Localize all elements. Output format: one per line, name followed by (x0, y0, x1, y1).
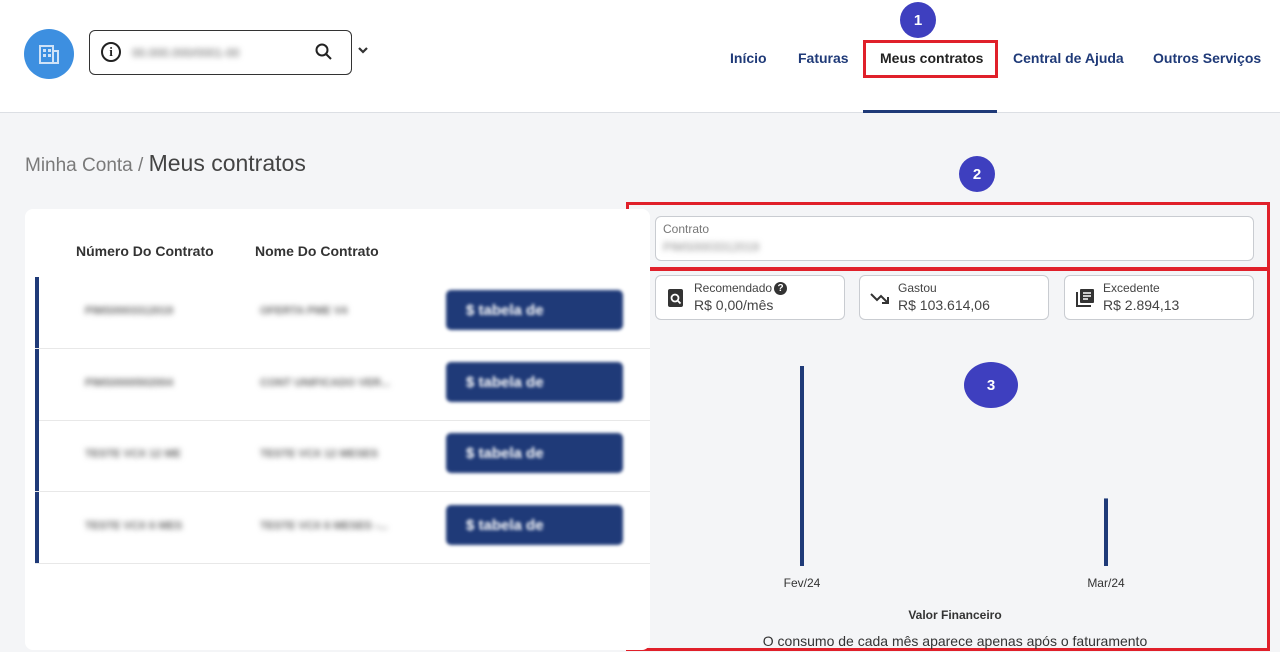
chart-x-axis-label: Valor Financeiro (908, 608, 1002, 622)
metric-value: R$ 103.614,06 (898, 297, 990, 313)
metric-value: R$ 2.894,13 (1103, 297, 1180, 313)
row-accent-bar (35, 420, 39, 491)
price-table-button[interactable]: $ tabela de (446, 362, 623, 402)
contract-name: TESTE VCX 12 MESES (260, 448, 378, 460)
search-document-icon (668, 289, 683, 307)
x-tick-label: Fev/24 (784, 576, 821, 590)
metric-excedente: Excedente R$ 2.894,13 (1064, 275, 1254, 320)
contract-select[interactable]: Contrato PIMS0003312019 (655, 216, 1254, 261)
metric-label: Gastou (898, 281, 937, 295)
nav-faturas[interactable]: Faturas (798, 50, 849, 66)
price-table-button[interactable]: $ tabela de (446, 290, 623, 330)
metric-recomendado: Recomendado? R$ 0,00/mês (655, 275, 845, 320)
contract-select-value: PIMS0003312019 (663, 240, 760, 254)
metric-value: R$ 0,00/mês (694, 297, 774, 313)
nav-outros-servicos[interactable]: Outros Serviços (1153, 50, 1261, 66)
account-search-value: 00.000.000/0001-00 (132, 46, 240, 60)
consumption-chart-svg: Fev/24 Mar/24 (784, 366, 1125, 590)
contract-name: TESTE VCX 6 MESES -... (260, 520, 388, 532)
table-row[interactable]: TESTE VCX 6 MES TESTE VCX 6 MESES -... $… (35, 492, 650, 564)
account-search-input[interactable]: i 00.000.000/0001-00 (89, 30, 352, 75)
metric-gastou: Gastou R$ 103.614,06 (859, 275, 1049, 320)
contract-number: PIMS0000502004 (85, 377, 174, 389)
contract-name: CONT UNIFICADO VER... (260, 377, 391, 389)
help-icon[interactable]: ? (774, 282, 788, 295)
company-logo[interactable] (24, 29, 74, 79)
contract-number: TESTE VCX 12 ME (85, 448, 181, 460)
library-books-icon (1076, 289, 1094, 307)
x-tick-label: Mar/24 (1087, 576, 1125, 590)
top-header: i 00.000.000/0001-00 Início Faturas Meus… (0, 0, 1280, 113)
row-accent-bar (35, 277, 39, 348)
building-icon (39, 45, 59, 64)
annotation-badge-1: 1 (900, 2, 936, 38)
breadcrumb: Minha Conta / Meus contratos (25, 150, 306, 177)
contract-number: PIMS0003312019 (85, 305, 174, 317)
chart-bar[interactable] (800, 366, 804, 566)
metric-label: Recomendado (694, 281, 773, 295)
chevron-down-icon[interactable] (357, 44, 369, 56)
row-accent-bar (35, 349, 39, 420)
search-icon[interactable] (314, 42, 334, 62)
table-row[interactable]: TESTE VCX 12 ME TESTE VCX 12 MESES $ tab… (35, 420, 650, 492)
row-accent-bar (35, 492, 39, 563)
nav-inicio[interactable]: Início (730, 50, 767, 66)
highlight-box-1 (863, 40, 998, 78)
active-nav-indicator (863, 110, 997, 113)
nav-central-de-ajuda[interactable]: Central de Ajuda (1013, 50, 1124, 66)
column-header-name: Nome Do Contrato (255, 243, 379, 259)
trending-down-icon (870, 293, 889, 304)
table-row[interactable]: PIMS0000502004 CONT UNIFICADO VER... $ t… (35, 349, 650, 421)
contract-name: OFERTA PME V4 (260, 305, 348, 317)
contracts-table: Número Do Contrato Nome Do Contrato PIMS… (25, 209, 650, 650)
annotation-badge-2: 2 (959, 156, 995, 192)
metric-label: Excedente (1103, 281, 1160, 295)
chart-bar[interactable] (1104, 498, 1108, 566)
info-icon: i (101, 42, 121, 62)
contract-select-label: Contrato (663, 222, 710, 236)
consumption-chart: Fev/24 Mar/24 Valor Financeiro O consumo … (655, 330, 1255, 650)
page-title: Meus contratos (148, 150, 306, 176)
price-table-button[interactable]: $ tabela de (446, 505, 623, 545)
price-table-button[interactable]: $ tabela de (446, 433, 623, 473)
table-row[interactable]: PIMS0003312019 OFERTA PME V4 $ tabela de (35, 277, 650, 349)
column-header-number: Número Do Contrato (76, 243, 214, 259)
breadcrumb-parent[interactable]: Minha Conta / (25, 155, 143, 176)
billing-note: O consumo de cada mês aparece apenas apó… (762, 633, 1148, 649)
contract-number: TESTE VCX 6 MES (85, 520, 183, 532)
